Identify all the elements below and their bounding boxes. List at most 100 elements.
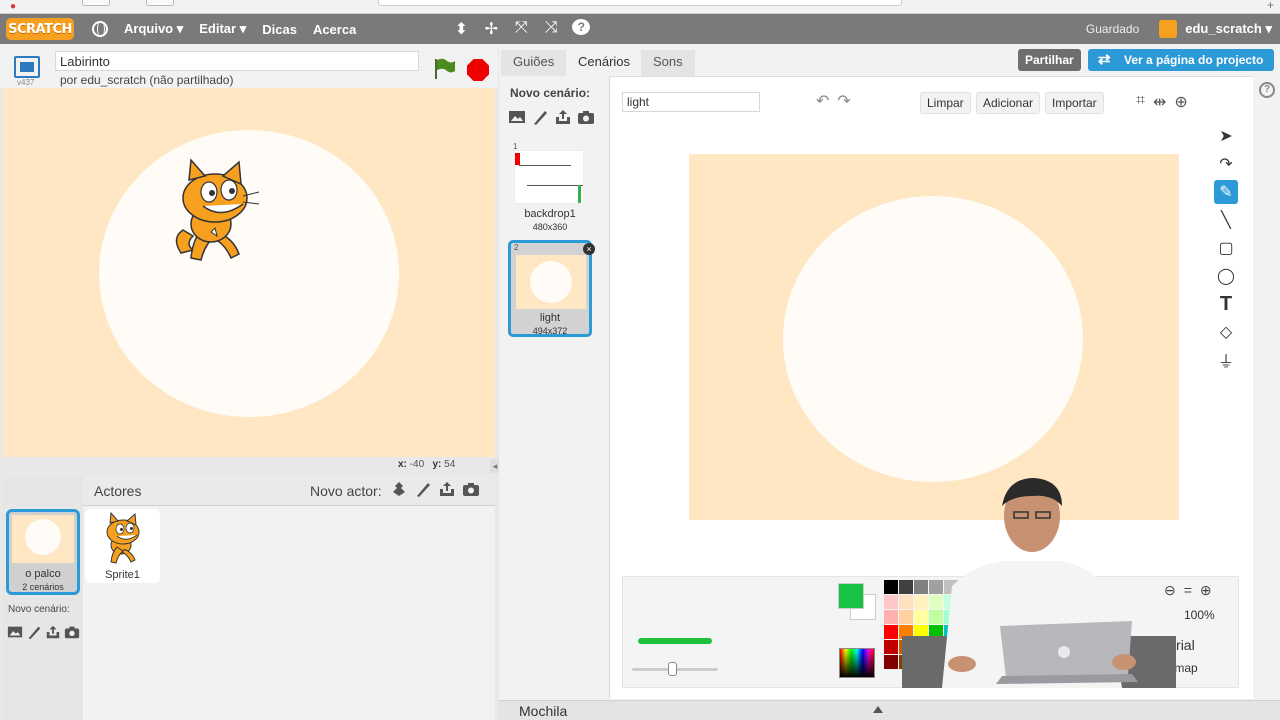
set-center-icon[interactable]: ⊕ bbox=[1174, 92, 1187, 112]
backdrop-library-icon[interactable] bbox=[7, 624, 23, 640]
line-width-slider-handle[interactable] bbox=[668, 662, 677, 676]
help-icon[interactable]: ? bbox=[1259, 82, 1275, 98]
backdrop-thumbnail bbox=[516, 255, 586, 309]
text-tool-icon[interactable]: T bbox=[1214, 292, 1238, 316]
ellipse-icon[interactable]: ◯ bbox=[1214, 264, 1238, 288]
add-button[interactable]: Adicionar bbox=[976, 92, 1041, 114]
presentation-mode-icon[interactable] bbox=[14, 56, 40, 78]
presenter-video-overlay bbox=[902, 478, 1176, 688]
redo-icon[interactable]: ↷ bbox=[837, 91, 850, 111]
shrink-icon[interactable]: ⤨ bbox=[542, 19, 560, 39]
import-button[interactable]: Importar bbox=[1045, 92, 1104, 114]
window-controls[interactable]: ● bbox=[10, 1, 16, 12]
duplicate-stamp-icon[interactable]: ⬍ bbox=[452, 19, 470, 39]
editor-scrollbar[interactable] bbox=[1253, 76, 1280, 700]
zoom-reset-icon[interactable]: = bbox=[1184, 582, 1192, 599]
paint-backdrop-icon[interactable] bbox=[26, 624, 42, 640]
tab-backdrops[interactable]: Cenários bbox=[566, 50, 643, 76]
camera-backdrop-icon[interactable] bbox=[577, 108, 595, 126]
new-sprite-label: Novo actor: bbox=[310, 483, 382, 499]
stage-thumbnail[interactable]: o palco 2 cenários bbox=[6, 509, 80, 595]
mouse-coordinates: x: -40 y: 54 bbox=[398, 459, 456, 470]
color-spectrum-picker[interactable] bbox=[839, 648, 875, 678]
upload-sprite-icon[interactable] bbox=[438, 480, 456, 498]
backdrop-size: 494x372 bbox=[532, 326, 568, 336]
backdrop-name: light bbox=[539, 312, 561, 324]
paint-toolbox: ➤ ↷ ✎ ╲ ▢ ◯ T ◇ ⏚ bbox=[1214, 124, 1240, 376]
user-avatar[interactable] bbox=[1159, 20, 1178, 38]
sprite-thumbnail[interactable]: Sprite1 bbox=[85, 509, 160, 583]
user-menu[interactable]: edu_scratch ▾ bbox=[1185, 21, 1272, 37]
backdrop-thumbnail bbox=[514, 150, 584, 204]
share-button[interactable]: Partilhar bbox=[1018, 49, 1081, 71]
cat-sprite-thumbnail-icon bbox=[106, 512, 140, 564]
clear-button[interactable]: Limpar bbox=[920, 92, 971, 114]
upload-backdrop-icon[interactable] bbox=[554, 108, 572, 126]
backdrop-library-icon[interactable] bbox=[508, 108, 526, 126]
green-flag-icon[interactable] bbox=[433, 58, 457, 80]
camera-backdrop-icon[interactable] bbox=[64, 624, 80, 640]
reshape-icon[interactable]: ↷ bbox=[1214, 152, 1238, 176]
menu-about[interactable]: Acerca bbox=[313, 22, 356, 37]
stage-thumbnail-label: o palco bbox=[25, 568, 61, 580]
canvas-circle-shape[interactable] bbox=[783, 196, 1083, 482]
undo-icon[interactable]: ↶ bbox=[816, 91, 829, 111]
primary-color-swatch[interactable] bbox=[838, 583, 864, 609]
costume-name-input[interactable] bbox=[622, 92, 760, 112]
delete-backdrop-icon[interactable]: × bbox=[583, 243, 595, 255]
backdrop-size: 480x360 bbox=[532, 222, 568, 232]
crop-icon[interactable]: ⌗ bbox=[1136, 92, 1145, 112]
mouse-y-value: 54 bbox=[444, 459, 456, 470]
stage-canvas[interactable] bbox=[3, 88, 495, 457]
stage-backdrop-count: 2 cenários bbox=[22, 582, 64, 592]
flip-horizontal-icon[interactable]: ⇹ bbox=[1153, 92, 1166, 112]
pencil-icon[interactable]: ✎ bbox=[1214, 180, 1238, 204]
camera-sprite-icon[interactable] bbox=[462, 480, 480, 498]
project-page-button[interactable]: Ver a página do projecto bbox=[1088, 49, 1274, 71]
new-backdrop-heading: Novo cenário: bbox=[510, 86, 591, 100]
project-byline: por edu_scratch (não partilhado) bbox=[60, 73, 234, 87]
scratch-logo[interactable]: SCRATCH bbox=[6, 18, 74, 40]
help-icon[interactable]: ? bbox=[572, 19, 591, 35]
menu-bar: SCRATCH Arquivo ▾ Editar ▾ Dicas Acerca … bbox=[0, 14, 1280, 44]
backpack-label: Mochila bbox=[519, 703, 568, 719]
choose-sprite-library-icon[interactable] bbox=[390, 480, 408, 498]
cat-sprite[interactable] bbox=[163, 158, 263, 268]
backdrop-item[interactable]: 1 backdrop1 480x360 bbox=[509, 140, 591, 236]
delete-scissors-icon[interactable]: ✢ bbox=[482, 19, 500, 39]
tab-scripts[interactable]: Guiões bbox=[501, 50, 567, 76]
version-label: v437 bbox=[17, 78, 35, 87]
grow-icon[interactable]: ⤧ bbox=[512, 19, 530, 39]
paint-backdrop-icon[interactable] bbox=[531, 108, 549, 126]
language-globe-icon[interactable] bbox=[92, 21, 108, 37]
save-status: Guardado bbox=[1085, 22, 1140, 36]
backdrop-name: backdrop1 bbox=[524, 208, 576, 220]
paint-canvas[interactable] bbox=[689, 154, 1179, 520]
zoom-level: 100% bbox=[1184, 608, 1215, 622]
browser-back-button[interactable] bbox=[82, 0, 110, 6]
line-icon[interactable]: ╲ bbox=[1214, 208, 1238, 232]
mouse-x-value: -40 bbox=[409, 459, 425, 470]
zoom-in-icon[interactable]: ⊕ bbox=[1200, 582, 1212, 599]
fill-bucket-icon[interactable]: ◇ bbox=[1214, 320, 1238, 344]
stamp-icon[interactable]: ⏚ bbox=[1214, 348, 1238, 372]
tab-sounds[interactable]: Sons bbox=[641, 50, 695, 76]
new-backdrop-label: Novo cenário: bbox=[8, 604, 70, 615]
menu-tips[interactable]: Dicas bbox=[262, 22, 297, 37]
backpack-expand-arrow-icon[interactable] bbox=[873, 706, 883, 713]
rectangle-icon[interactable]: ▢ bbox=[1214, 236, 1238, 260]
backpack-bar[interactable] bbox=[499, 700, 1280, 720]
sprites-title: Actores bbox=[94, 483, 142, 499]
backdrop-item-selected[interactable]: 2 light 494x372 × bbox=[508, 240, 595, 337]
new-tab-icon[interactable]: + bbox=[1267, 0, 1274, 12]
project-title-input[interactable] bbox=[55, 51, 419, 71]
sprite-name: Sprite1 bbox=[105, 569, 140, 581]
browser-tab-button[interactable] bbox=[146, 0, 174, 6]
browser-chrome: ● + bbox=[0, 0, 1280, 14]
menu-file[interactable]: Arquivo ▾ bbox=[124, 21, 183, 37]
url-bar[interactable] bbox=[378, 0, 902, 6]
upload-backdrop-icon[interactable] bbox=[45, 624, 61, 640]
menu-edit[interactable]: Editar ▾ bbox=[199, 21, 246, 37]
select-arrow-icon[interactable]: ➤ bbox=[1214, 124, 1238, 148]
paint-sprite-icon[interactable] bbox=[414, 480, 432, 498]
